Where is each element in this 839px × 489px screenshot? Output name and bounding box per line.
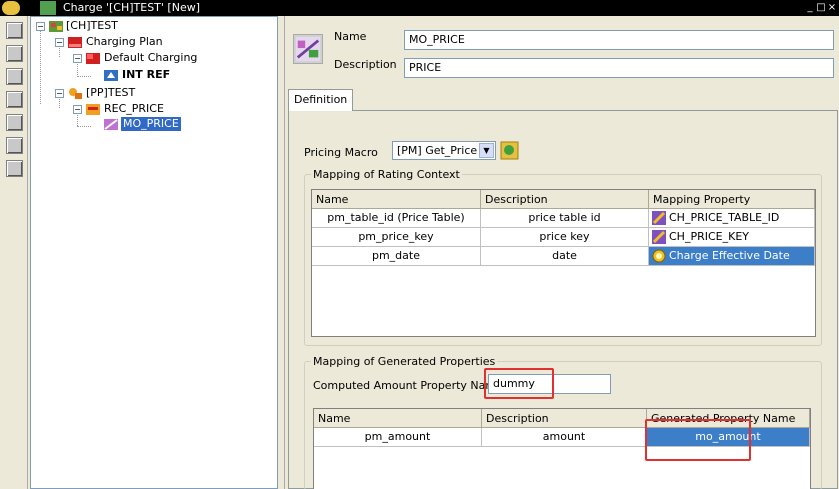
tree-connector [40,29,41,104]
properties-panel: Name MO_PRICE Description PRICE Pricing … [284,16,839,489]
tree-node-default-charging[interactable]: Default Charging [104,51,197,65]
tab-definition[interactable]: Definition [288,89,354,111]
collapse-toggle[interactable]: − [55,38,64,47]
left-toolbar [0,16,28,489]
table-cell-name[interactable]: pm_table_id (Price Table) [312,209,481,228]
recurring-icon [86,104,100,115]
macro-icon [104,119,118,130]
chevron-down-icon[interactable]: ▼ [479,143,494,158]
window-titlebar: Charge '[CH]TEST' [New] _ □ × [0,0,839,16]
name-input[interactable]: MO_PRICE [404,30,834,50]
toolbar-button-1[interactable] [6,22,23,39]
pricing-macro-select[interactable]: [PM] Get_Price ▼ [392,141,496,160]
collapse-toggle[interactable]: − [73,105,82,114]
property-icon [652,211,666,225]
collapse-toggle[interactable]: − [55,89,64,98]
column-header-description[interactable]: Description [482,409,647,428]
maximize-button[interactable]: □ [816,1,826,14]
tree-node-mo-price[interactable]: MO_PRICE [121,117,181,131]
tree-connector [77,61,78,75]
pricing-macro-label: Pricing Macro [304,146,378,159]
table-cell-description[interactable]: price key [481,228,649,247]
tree-node-pp-test[interactable]: [PP]TEST [86,86,135,100]
table-cell-name[interactable]: pm_date [312,247,481,266]
description-label: Description [334,58,397,71]
name-label: Name [334,30,367,43]
description-input[interactable]: PRICE [404,58,834,78]
definition-tab-panel: Pricing Macro [PM] Get_Price ▼ Mapping o… [288,110,838,489]
property-icon [652,230,666,244]
date-icon [652,249,666,263]
table-cell-description[interactable]: date [481,247,649,266]
charge-icon [49,21,63,32]
ref-icon [104,70,118,81]
rating-context-table[interactable]: Name Description Mapping Property pm_tab… [311,189,816,337]
table-cell-description[interactable]: price table id [481,209,649,228]
property-value: CH_PRICE_KEY [669,230,749,243]
collapse-toggle[interactable]: − [36,22,45,31]
rating-context-title: Mapping of Rating Context [311,168,462,181]
tree-connector [77,76,91,77]
tree-node-rec-price[interactable]: REC_PRICE [104,102,164,116]
tree-node-ch-test[interactable]: [CH]TEST [66,19,118,33]
tree-connector [77,112,78,126]
window-title: Charge '[CH]TEST' [New] [63,1,200,14]
toolbar-button-7[interactable] [6,160,23,177]
plan-icon [68,37,82,48]
computed-amount-label: Computed Amount Property Name [313,379,503,392]
generated-properties-title: Mapping of Generated Properties [311,355,498,368]
toolbar-button-3[interactable] [6,68,23,85]
collapse-toggle[interactable]: − [73,54,82,63]
table-cell-property-selected[interactable]: Charge Effective Date [649,247,815,266]
toolbar-button-2[interactable] [6,45,23,62]
tree-node-charging-plan[interactable]: Charging Plan [86,35,163,49]
open-macro-icon[interactable] [500,141,519,160]
tree-node-int-ref[interactable]: INT REF [122,68,170,82]
column-header-name[interactable]: Name [314,409,482,428]
charge-document-icon [40,1,56,15]
property-value: CH_PRICE_TABLE_ID [669,211,780,224]
highlight-box-computed [484,368,554,399]
window-controls: _ □ × [805,1,837,14]
price-plan-icon [69,88,82,99]
toolbar-button-4[interactable] [6,91,23,108]
macro-large-icon [293,34,323,64]
table-cell-description[interactable]: amount [482,428,647,447]
toolbar-button-6[interactable] [6,137,23,154]
toolbar-button-5[interactable] [6,114,23,131]
object-tree[interactable]: − [CH]TEST − Charging Plan − Default Cha… [30,16,278,489]
table-cell-name[interactable]: pm_price_key [312,228,481,247]
charging-icon [86,53,100,64]
column-header-name[interactable]: Name [312,190,481,209]
tree-connector [77,126,91,127]
table-cell-property[interactable]: CH_PRICE_KEY [649,228,815,247]
table-cell-name[interactable]: pm_amount [314,428,482,447]
app-icon [2,1,20,15]
highlight-box-generated [645,419,751,461]
minimize-button[interactable]: _ [805,1,815,14]
property-value: Charge Effective Date [669,249,790,262]
pricing-macro-value: [PM] Get_Price [397,144,478,157]
close-button[interactable]: × [827,1,837,14]
column-header-description[interactable]: Description [481,190,649,209]
table-cell-property[interactable]: CH_PRICE_TABLE_ID [649,209,815,228]
column-header-mapping-property[interactable]: Mapping Property [649,190,815,209]
